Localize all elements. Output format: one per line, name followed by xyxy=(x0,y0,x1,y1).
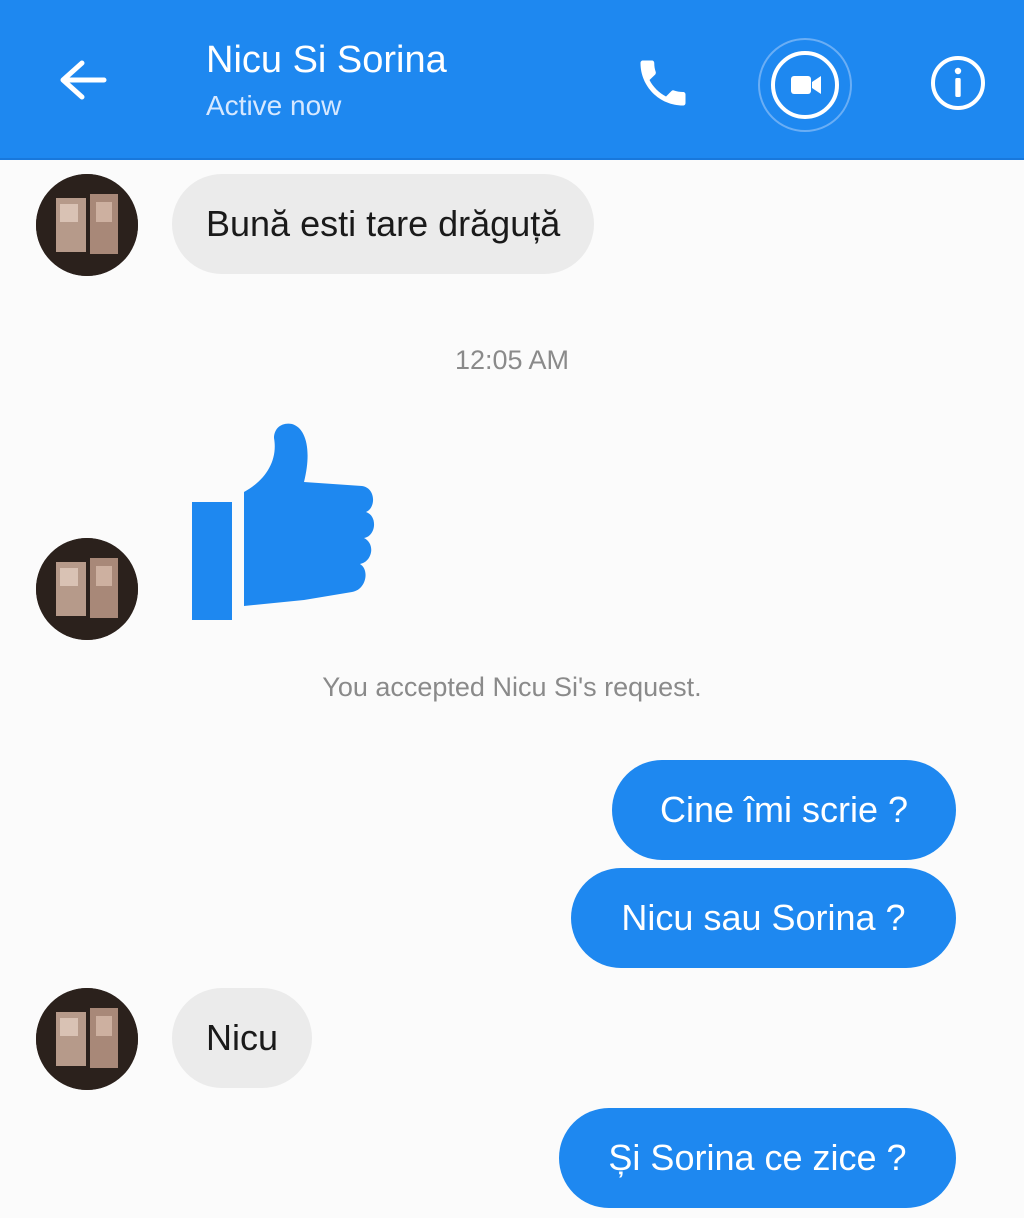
contact-avatar[interactable] xyxy=(36,538,138,640)
active-status: Active now xyxy=(206,90,342,121)
timestamp: 12:05 AM xyxy=(454,345,570,375)
outgoing-message[interactable]: Nicu sau Sorina ? xyxy=(571,868,956,968)
video-camera-icon xyxy=(758,38,852,132)
avatar-image xyxy=(36,538,138,640)
contact-avatar[interactable] xyxy=(36,174,138,276)
arrow-left-icon xyxy=(60,60,107,100)
thumbs-up-icon xyxy=(192,423,375,620)
contact-avatar[interactable] xyxy=(36,988,138,1090)
outgoing-message[interactable]: Cine îmi scrie ? xyxy=(612,760,956,860)
request-accepted-notice: You accepted Nicu Si's request. xyxy=(322,672,702,702)
phone-icon xyxy=(640,60,685,105)
video-call-button[interactable] xyxy=(755,35,855,135)
info-icon xyxy=(930,55,985,110)
back-button[interactable] xyxy=(52,50,112,110)
incoming-message[interactable]: Nicu xyxy=(172,988,313,1088)
info-button[interactable] xyxy=(920,45,995,120)
avatar-image xyxy=(36,988,138,1090)
incoming-message[interactable]: Bună esti tare drăguță xyxy=(172,174,595,274)
outgoing-message[interactable]: Și Sorina ce zice ? xyxy=(559,1108,956,1208)
like-sticker[interactable] xyxy=(186,420,386,630)
avatar-image xyxy=(36,174,138,276)
call-button[interactable] xyxy=(625,45,700,120)
chat-header: Nicu Si Sorina Active now xyxy=(0,0,1024,160)
conversation-title[interactable]: Nicu Si Sorina xyxy=(206,38,447,82)
